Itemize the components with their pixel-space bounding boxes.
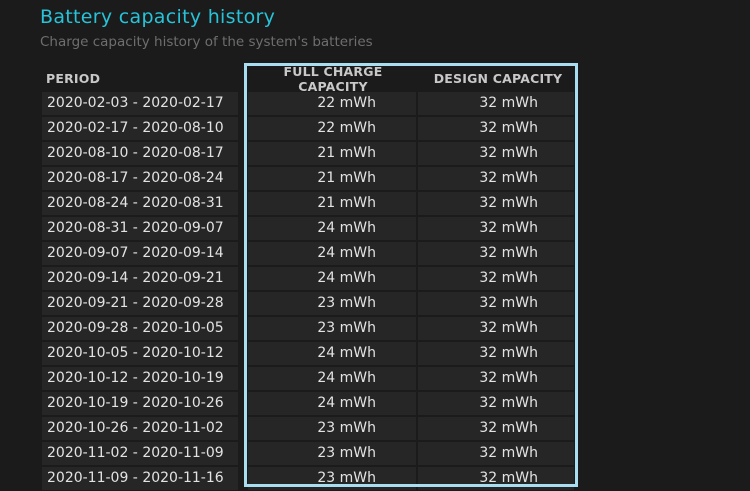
design-capacity-cell: 32 mWh (418, 292, 574, 315)
full-charge-capacity-cell: 22 mWh (248, 92, 416, 115)
full-charge-capacity-cell: 23 mWh (248, 317, 416, 340)
full-charge-capacity-cell: 22 mWh (248, 117, 416, 140)
column-header-period: PERIOD (46, 71, 101, 86)
full-charge-capacity-cell: 24 mWh (248, 367, 416, 390)
full-charge-capacity-cell: 23 mWh (248, 417, 416, 440)
design-capacity-cell: 32 mWh (418, 217, 574, 240)
design-capacity-cell: 32 mWh (418, 242, 574, 265)
column-header-design-capacity: DESIGN CAPACITY (433, 71, 563, 86)
period-cell: 2020-02-03 - 2020-02-17 (42, 92, 238, 115)
period-cell: 2020-10-12 - 2020-10-19 (42, 367, 238, 390)
table-row: 2020-08-17 - 2020-08-24 21 mWh 32 mWh (42, 167, 578, 192)
period-cell: 2020-09-28 - 2020-10-05 (42, 317, 238, 340)
table-row: 2020-08-31 - 2020-09-07 24 mWh 32 mWh (42, 217, 578, 242)
full-charge-capacity-cell: 21 mWh (248, 192, 416, 215)
table-row: 2020-10-12 - 2020-10-19 24 mWh 32 mWh (42, 367, 578, 392)
full-charge-capacity-cell: 24 mWh (248, 342, 416, 365)
design-capacity-cell: 32 mWh (418, 342, 574, 365)
design-capacity-cell: 32 mWh (418, 192, 574, 215)
full-charge-capacity-cell: 23 mWh (248, 442, 416, 465)
period-cell: 2020-10-26 - 2020-11-02 (42, 417, 238, 440)
period-cell: 2020-10-05 - 2020-10-12 (42, 342, 238, 365)
page-title: Battery capacity history (40, 6, 276, 28)
table-row: 2020-02-03 - 2020-02-17 22 mWh 32 mWh (42, 92, 578, 117)
design-capacity-cell: 32 mWh (418, 442, 574, 465)
full-charge-capacity-cell: 21 mWh (248, 142, 416, 165)
design-capacity-cell: 32 mWh (418, 392, 574, 415)
table-row: 2020-08-24 - 2020-08-31 21 mWh 32 mWh (42, 192, 578, 217)
design-capacity-cell: 32 mWh (418, 167, 574, 190)
period-cell: 2020-09-21 - 2020-09-28 (42, 292, 238, 315)
full-charge-capacity-cell: 23 mWh (248, 467, 416, 490)
design-capacity-cell: 32 mWh (418, 467, 574, 490)
table-header-row: PERIOD FULL CHARGE CAPACITY DESIGN CAPAC… (42, 64, 578, 94)
full-charge-capacity-cell: 24 mWh (248, 242, 416, 265)
battery-report-page: Battery capacity history Charge capacity… (0, 0, 750, 491)
column-header-full-charge-capacity: FULL CHARGE CAPACITY (283, 63, 383, 94)
table-row: 2020-09-07 - 2020-09-14 24 mWh 32 mWh (42, 242, 578, 267)
table-row: 2020-08-10 - 2020-08-17 21 mWh 32 mWh (42, 142, 578, 167)
period-cell: 2020-02-17 - 2020-08-10 (42, 117, 238, 140)
full-charge-capacity-cell: 24 mWh (248, 392, 416, 415)
period-cell: 2020-08-17 - 2020-08-24 (42, 167, 238, 190)
design-capacity-cell: 32 mWh (418, 417, 574, 440)
period-cell: 2020-09-07 - 2020-09-14 (42, 242, 238, 265)
table-row: 2020-09-21 - 2020-09-28 23 mWh 32 mWh (42, 292, 578, 317)
period-cell: 2020-09-14 - 2020-09-21 (42, 267, 238, 290)
table-row: 2020-09-28 - 2020-10-05 23 mWh 32 mWh (42, 317, 578, 342)
table-row: 2020-09-14 - 2020-09-21 24 mWh 32 mWh (42, 267, 578, 292)
table-body: 2020-02-03 - 2020-02-17 22 mWh 32 mWh 2020-… (42, 92, 578, 491)
design-capacity-cell: 32 mWh (418, 92, 574, 115)
period-cell: 2020-10-19 - 2020-10-26 (42, 392, 238, 415)
table-row: 2020-10-26 - 2020-11-02 23 mWh 32 mWh (42, 417, 578, 442)
design-capacity-cell: 32 mWh (418, 117, 574, 140)
design-capacity-cell: 32 mWh (418, 317, 574, 340)
full-charge-capacity-cell: 23 mWh (248, 292, 416, 315)
period-cell: 2020-11-02 - 2020-11-09 (42, 442, 238, 465)
full-charge-capacity-cell: 21 mWh (248, 167, 416, 190)
period-cell: 2020-08-31 - 2020-09-07 (42, 217, 238, 240)
table-row: 2020-02-17 - 2020-08-10 22 mWh 32 mWh (42, 117, 578, 142)
design-capacity-cell: 32 mWh (418, 142, 574, 165)
table-row: 2020-10-19 - 2020-10-26 24 mWh 32 mWh (42, 392, 578, 417)
period-cell: 2020-11-09 - 2020-11-16 (42, 467, 238, 490)
design-capacity-cell: 32 mWh (418, 267, 574, 290)
full-charge-capacity-cell: 24 mWh (248, 217, 416, 240)
table-row: 2020-10-05 - 2020-10-12 24 mWh 32 mWh (42, 342, 578, 367)
table-row: 2020-11-02 - 2020-11-09 23 mWh 32 mWh (42, 442, 578, 467)
page-subtitle: Charge capacity history of the system's … (40, 34, 373, 50)
full-charge-capacity-cell: 24 mWh (248, 267, 416, 290)
period-cell: 2020-08-10 - 2020-08-17 (42, 142, 238, 165)
table-row: 2020-11-09 - 2020-11-16 23 mWh 32 mWh (42, 467, 578, 491)
design-capacity-cell: 32 mWh (418, 367, 574, 390)
capacity-history-table: PERIOD FULL CHARGE CAPACITY DESIGN CAPAC… (42, 64, 578, 491)
period-cell: 2020-08-24 - 2020-08-31 (42, 192, 238, 215)
